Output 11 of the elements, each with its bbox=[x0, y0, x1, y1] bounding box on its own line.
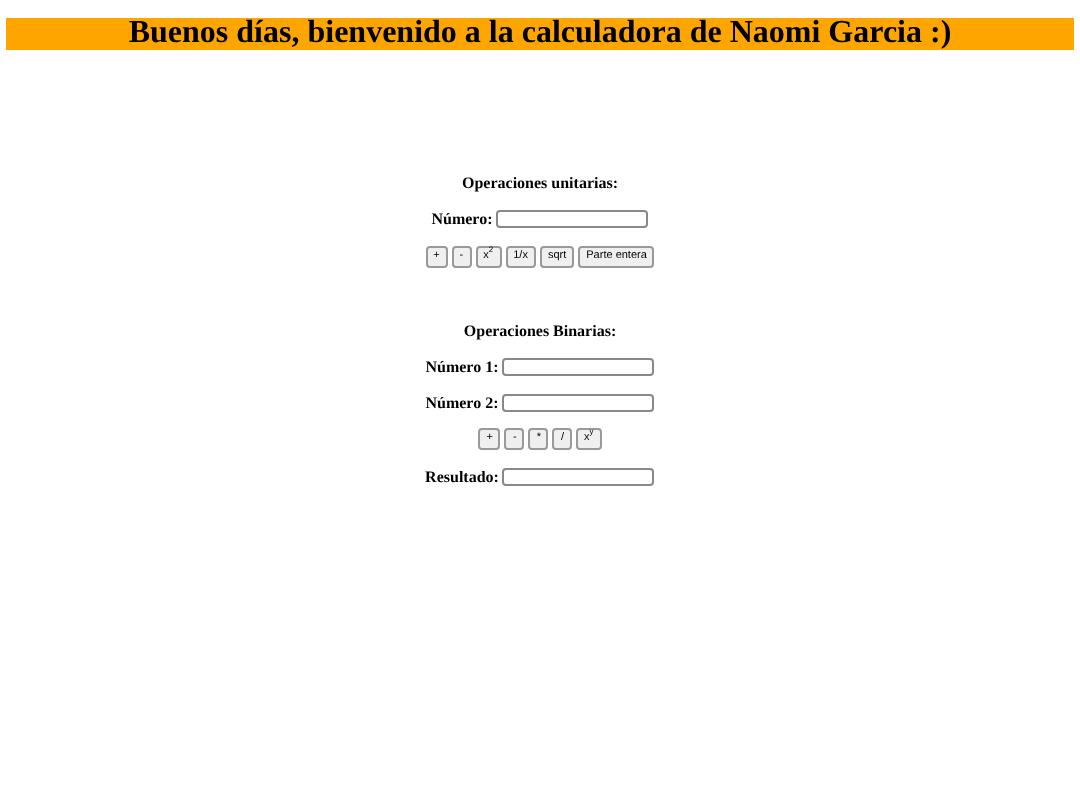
section-title: Operaciones unitarias: bbox=[462, 174, 618, 192]
input-field[interactable] bbox=[502, 358, 655, 376]
input-field[interactable] bbox=[496, 210, 649, 228]
input-field[interactable] bbox=[502, 394, 655, 412]
field-label: Número: bbox=[431, 210, 493, 228]
field-label: Resultado: bbox=[425, 468, 499, 486]
field-label: Número 2: bbox=[425, 394, 499, 412]
page-title: Buenos días, bienvenido a la calculadora de Naomi Garcia :) bbox=[6, 18, 1074, 50]
field-label: Número 1: bbox=[425, 358, 499, 376]
result-field[interactable] bbox=[502, 468, 655, 486]
section-title: Operaciones Binarias: bbox=[463, 322, 617, 340]
